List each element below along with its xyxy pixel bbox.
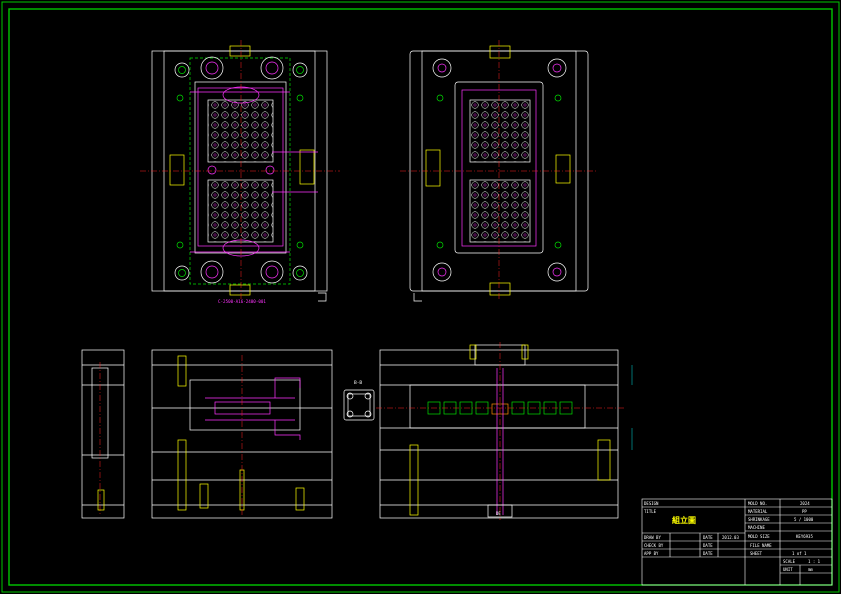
side-view-narrow [81, 349, 125, 519]
unit-value: mm [808, 567, 813, 572]
mold-no-value: 2024 [800, 501, 810, 506]
section-view-middle [151, 349, 333, 519]
plan-note: C-2500-A16-2400-001 [218, 299, 266, 304]
unit-label: UNIT [783, 567, 793, 572]
material-value: PP [802, 509, 807, 514]
plan-view-moving-half [140, 40, 340, 302]
title-label: TITLE [644, 509, 657, 514]
cad-drawing-canvas: C-2500-A16-2400-001 B-B DE [1, 1, 840, 593]
section-view-main [376, 342, 633, 520]
section-detail [343, 389, 375, 421]
approved-label: APP BY [644, 551, 659, 556]
shrinkage-value: 5 / 1000 [794, 517, 814, 522]
date-label-1: DATE [703, 535, 713, 540]
sheet-label: SHEET [750, 551, 763, 556]
drawing-frame [1, 1, 840, 593]
machine-label: MACHINE [748, 525, 765, 530]
date-value: 2012.03 [722, 535, 739, 540]
section-mark: B-B [354, 380, 362, 386]
mold-size-value: KEY6935 [796, 534, 813, 539]
file-name-label: FILE NAME [750, 543, 772, 548]
scale-label: SCALE [783, 559, 796, 564]
sheet-value: 1 of 1 [792, 551, 807, 556]
design-label: DESIGN [644, 501, 659, 506]
plan-view-fixed-half [400, 40, 598, 302]
scale-value: 1 : 1 [808, 559, 821, 564]
date-label-2: DATE [703, 543, 713, 548]
mold-no-label: MOLD NO. [748, 501, 768, 506]
shrinkage-label: SHRINKAGE [748, 517, 770, 522]
sprue-mark: DE [496, 511, 501, 516]
checked-label: CHECK BY [644, 543, 664, 548]
material-label: MATERIAL [748, 509, 768, 514]
date-label-3: DATE [703, 551, 713, 556]
drawing-title: 組立圖 [672, 516, 696, 525]
drawn-label: DRAW BY [644, 535, 661, 540]
mold-size-label: MOLD SIZE [748, 534, 770, 539]
